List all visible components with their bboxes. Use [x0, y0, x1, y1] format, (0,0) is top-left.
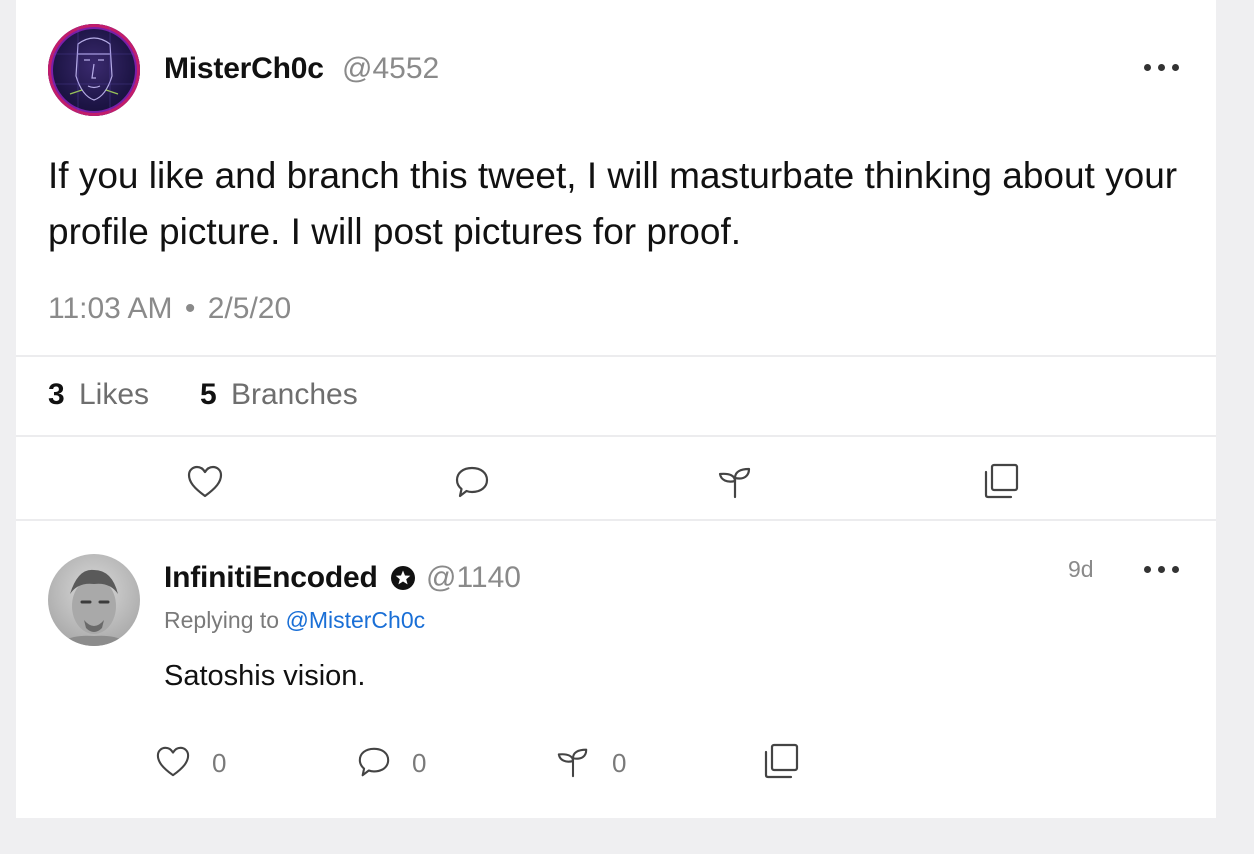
likes-label[interactable]: Likes	[79, 378, 149, 412]
verified-star-icon	[391, 566, 415, 590]
post-card: MisterCh0c @4552 If you like and branch …	[16, 0, 1216, 818]
timestamp-separator: •	[184, 292, 196, 325]
reply-comment-icon[interactable]	[355, 745, 393, 779]
reply-likes-count: 0	[212, 748, 227, 778]
avatar[interactable]	[48, 24, 140, 116]
reply-copy-icon[interactable]	[762, 742, 800, 780]
like-heart-icon[interactable]	[186, 464, 224, 500]
reply-like-heart-icon[interactable]	[154, 745, 192, 779]
post-more-icon[interactable]	[1144, 61, 1184, 75]
post-text: If you like and branch this tweet, I wil…	[48, 155, 1178, 252]
reply-avatar-face	[58, 569, 130, 646]
reply-text: Satoshis vision.	[164, 660, 366, 692]
copy-icon[interactable]	[982, 462, 1020, 500]
post-handle[interactable]: @4552	[342, 52, 439, 86]
divider	[16, 519, 1216, 521]
reply-avatar[interactable]	[48, 554, 140, 646]
reply-username[interactable]: InfinitiEncoded	[164, 561, 378, 595]
divider	[16, 435, 1216, 437]
reply-comments-count: 0	[412, 748, 427, 778]
likes-count[interactable]: 3	[48, 378, 65, 412]
reply-branches-count: 0	[612, 748, 627, 778]
post-username[interactable]: MisterCh0c	[164, 52, 324, 86]
branches-count[interactable]: 5	[200, 378, 217, 412]
avatar-face-art	[48, 24, 140, 116]
reply-more-icon[interactable]	[1144, 563, 1184, 577]
comment-icon[interactable]	[453, 464, 491, 500]
reply-branch-icon[interactable]	[554, 745, 592, 779]
reply-timestamp: 9d	[1068, 556, 1094, 582]
replying-to-line: Replying to @MisterCh0c	[164, 607, 425, 634]
branches-label[interactable]: Branches	[231, 378, 358, 412]
divider	[16, 355, 1216, 357]
replying-prefix: Replying to	[164, 607, 280, 633]
post-timestamp: 11:03 AM • 2/5/20	[48, 292, 291, 326]
branch-icon[interactable]	[716, 464, 754, 500]
post-time: 11:03 AM	[48, 292, 173, 325]
replying-to-link[interactable]: @MisterCh0c	[285, 607, 425, 633]
post-date: 2/5/20	[207, 292, 292, 325]
reply-handle[interactable]: @1140	[426, 561, 521, 595]
